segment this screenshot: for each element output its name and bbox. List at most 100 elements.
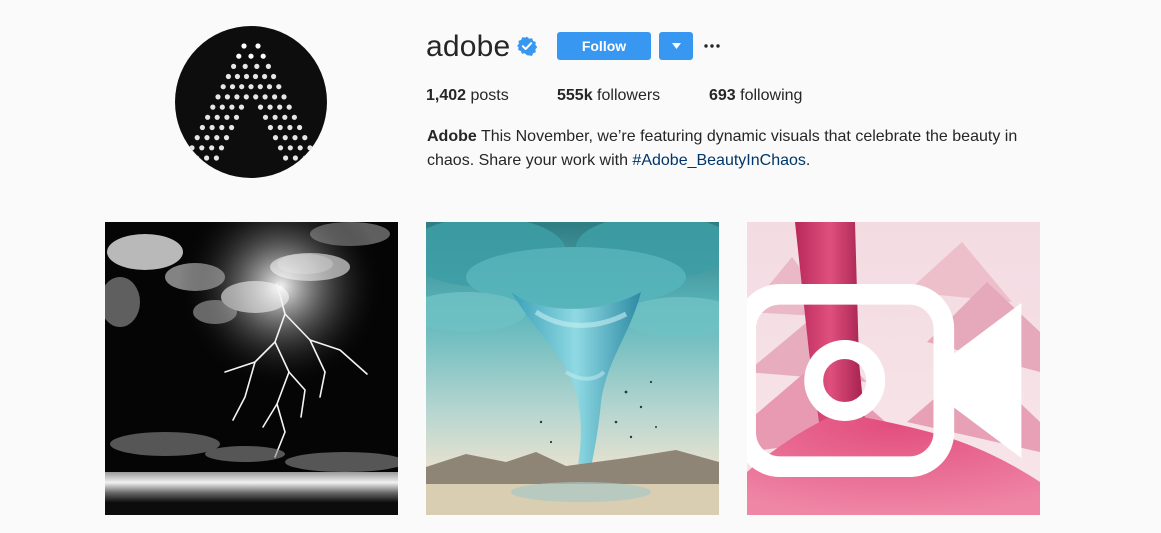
profile-bio: Adobe This November, we’re featuring dyn… [427, 125, 1047, 173]
bio-text-end: . [805, 152, 811, 169]
logo-dot [243, 73, 250, 80]
video-camera-icon [747, 283, 1022, 478]
logo-dot [277, 145, 284, 151]
adobe-logo-icon [184, 43, 318, 161]
more-options-icon [704, 44, 720, 48]
logo-dot [297, 145, 303, 151]
profile-avatar[interactable] [175, 26, 327, 178]
logo-dot [243, 94, 249, 100]
logo-dot [292, 155, 298, 161]
posts-stat: 1,402 posts [426, 86, 509, 106]
logo-dot [248, 84, 254, 90]
logo-dot [234, 94, 240, 100]
logo-dot [224, 94, 230, 100]
logo-dot [260, 53, 266, 59]
logo-dot [297, 124, 303, 131]
follow-dropdown-button[interactable] [659, 32, 693, 60]
logo-dot [223, 135, 230, 141]
logo-dot [277, 124, 283, 131]
followers-stat[interactable]: 555k followers [557, 86, 660, 106]
logo-dot [239, 84, 245, 90]
following-count: 693 [709, 87, 736, 104]
logo-dot [234, 73, 240, 80]
logo-dot [291, 114, 297, 120]
logo-dot [307, 145, 313, 151]
logo-dot [267, 104, 273, 110]
logo-dot [194, 135, 200, 141]
logo-dot [229, 104, 235, 110]
logo-dot [312, 155, 318, 161]
logo-dot [253, 94, 259, 100]
logo-dot [184, 155, 190, 161]
follow-button[interactable]: Follow [557, 32, 651, 60]
logo-dot [272, 114, 278, 120]
verified-badge-icon [517, 36, 537, 56]
logo-dot [282, 135, 288, 141]
logo-dot [292, 135, 298, 141]
posts-label: posts [470, 87, 509, 104]
following-label: following [740, 87, 803, 104]
followers-count: 555k [557, 87, 593, 104]
post-thumbnail-1[interactable] [105, 222, 398, 515]
logo-dot [281, 94, 287, 100]
logo-dot [219, 124, 225, 131]
logo-dot [302, 155, 308, 161]
logo-dot [271, 73, 277, 80]
logo-dot [214, 114, 220, 120]
logo-dot [231, 63, 237, 69]
logo-dot [276, 84, 282, 90]
logo-dot [302, 135, 308, 141]
logo-dot [266, 84, 273, 90]
logo-dot [242, 63, 248, 69]
logo-dot [215, 94, 221, 100]
logo-dot [257, 84, 263, 90]
lightning-storm-image [105, 222, 398, 515]
logo-dot [287, 124, 293, 131]
logo-dot [255, 43, 261, 49]
logo-dot [189, 145, 195, 151]
logo-dot [218, 145, 225, 151]
logo-dot [214, 135, 220, 141]
logo-dot [204, 135, 210, 141]
post-thumbnail-3[interactable] [747, 222, 1040, 515]
logo-dot [282, 114, 288, 120]
logo-dot [277, 104, 283, 110]
logo-dot [283, 155, 289, 161]
logo-dot [272, 135, 279, 141]
following-stat[interactable]: 693 following [709, 86, 802, 106]
logo-dot [287, 145, 293, 151]
more-options-button[interactable] [703, 34, 721, 58]
logo-dot [241, 43, 247, 49]
logo-dot [194, 155, 200, 161]
logo-dot [262, 94, 268, 100]
logo-dot [272, 94, 278, 100]
caret-down-icon [671, 43, 681, 49]
logo-dot [229, 84, 236, 90]
logo-dot [262, 73, 268, 80]
logo-dot [236, 53, 242, 59]
logo-dot [220, 84, 226, 90]
logo-dot [229, 124, 235, 131]
logo-dot [213, 155, 219, 161]
logo-dot [204, 155, 210, 161]
logo-dot [210, 104, 216, 110]
logo-dot [267, 124, 273, 131]
logo-dot [257, 104, 264, 110]
logo-dot [225, 73, 231, 80]
bio-name: Adobe [427, 128, 477, 145]
bio-hashtag-link[interactable]: #Adobe_BeautyInChaos [632, 152, 805, 169]
logo-dot [209, 145, 215, 151]
logo-dot [224, 114, 230, 120]
tornado-image [426, 222, 719, 515]
logo-dot [205, 114, 211, 120]
posts-count: 1,402 [426, 87, 467, 104]
post-thumbnail-2[interactable] [426, 222, 719, 515]
logo-dot [248, 53, 254, 59]
logo-dot [209, 124, 215, 131]
logo-dot [238, 104, 245, 110]
profile-username: adobe [426, 30, 511, 63]
followers-label: followers [597, 87, 661, 104]
logo-dot [252, 73, 259, 80]
logo-dot [254, 63, 260, 69]
logo-dot [286, 104, 292, 110]
